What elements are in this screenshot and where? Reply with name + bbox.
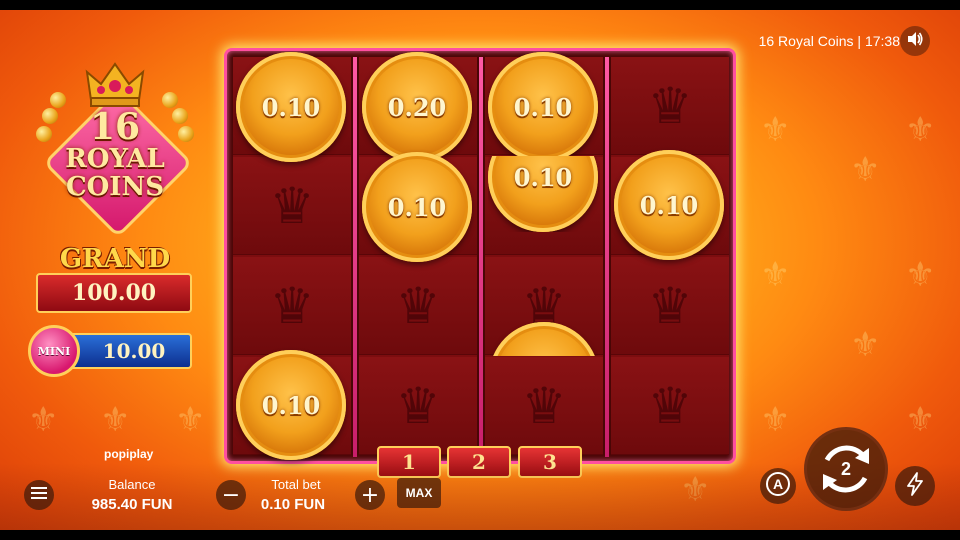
fleur-de-lis-decoration: ⚜ — [850, 150, 881, 190]
total-bet-label: Total bet — [271, 477, 321, 492]
game-screen: ⚜ ⚜ ⚜ ⚜ ⚜ ⚜ ⚜ ⚜ ⚜ ⚜ ⚜ ⚜ 16 Royal Coins |… — [0, 0, 960, 540]
reel-cell: ♛ — [233, 257, 351, 355]
autoplay-icon: A — [764, 470, 792, 503]
fleur-de-lis-decoration: ⚜ — [905, 400, 936, 440]
partial-coin-symbol — [490, 322, 598, 356]
grand-jackpot-value: 100.00 — [36, 273, 192, 313]
reel-cell: ♛ — [233, 157, 351, 255]
fleur-de-lis-decoration: ⚜ — [760, 110, 791, 150]
top-letterbox — [0, 0, 960, 10]
fleur-de-lis-decoration: ⚜ — [100, 400, 131, 440]
sound-icon — [906, 30, 924, 53]
fleur-de-lis-decoration: ⚜ — [760, 400, 791, 440]
coin-symbol: 0.10 — [236, 52, 346, 162]
svg-text:A: A — [773, 476, 783, 492]
game-info: 16 Royal Coins | 17:38 — [759, 33, 900, 49]
reel-separator — [479, 57, 483, 457]
mini-jackpot-label: MINI — [28, 325, 80, 377]
turbo-icon — [906, 471, 924, 501]
title-separator: | — [857, 33, 862, 49]
logo-word-royal: ROYAL — [65, 144, 165, 174]
reel-separator — [605, 57, 609, 457]
coin-symbol: 0.10 — [362, 152, 472, 262]
balance-value: 985.40 FUN — [91, 496, 173, 513]
spin-counter: 2 — [840, 458, 851, 479]
max-bet-button[interactable]: MAX — [397, 478, 441, 508]
total-bet-value: 0.10 FUN — [260, 496, 326, 513]
menu-button[interactable] — [24, 480, 54, 510]
game-title: 16 Royal Coins — [758, 33, 854, 49]
menu-icon — [31, 486, 47, 505]
reel-separator — [353, 57, 357, 457]
reel-cell: ♛ — [611, 357, 729, 455]
spinning-coin-clip: 0.10 — [488, 156, 600, 232]
turbo-button[interactable] — [895, 466, 935, 506]
bottom-letterbox — [0, 530, 960, 540]
balance-label: Balance — [108, 477, 156, 492]
coin-symbol: 0.10 — [488, 52, 598, 162]
logo-word-coins: COINS — [65, 172, 165, 202]
coin-symbol: 0.10 — [488, 156, 598, 232]
game-logo: 16 ROYAL COINS — [30, 60, 200, 238]
fleur-de-lis-decoration: ⚜ — [175, 400, 206, 440]
fleur-de-lis-decoration: ⚜ — [905, 110, 936, 150]
autoplay-button[interactable]: A — [760, 468, 796, 504]
grand-jackpot-label: GRAND — [59, 244, 171, 274]
reel-cell: ♛ — [611, 257, 729, 355]
partial-coin-clip — [490, 322, 598, 356]
increase-bet-button[interactable]: + — [355, 480, 385, 510]
plus-icon: + — [360, 482, 380, 508]
spin-button[interactable]: 2 — [804, 427, 888, 511]
sound-button[interactable] — [900, 26, 930, 56]
fleur-de-lis-decoration: ⚜ — [905, 255, 936, 295]
coin-symbol: 0.20 — [362, 52, 472, 162]
logo-number: 16 — [89, 106, 141, 148]
crown-icon — [85, 62, 145, 107]
fleur-de-lis-decoration: ⚜ — [28, 400, 59, 440]
fleur-de-lis-decoration: ⚜ — [760, 255, 791, 295]
reel-cell: ♛ — [359, 257, 477, 355]
reel-cell: ♛ — [611, 57, 729, 155]
fleur-de-lis-decoration: ⚜ — [850, 325, 881, 365]
reel-cell: ♛ — [359, 357, 477, 455]
reel-cell: ♛ — [485, 357, 603, 455]
coin-symbol: 0.10 — [614, 150, 724, 260]
coin-symbol: 0.10 — [236, 350, 346, 460]
clock: 17:38 — [864, 33, 900, 49]
provider-logo: popiplay — [104, 447, 154, 461]
